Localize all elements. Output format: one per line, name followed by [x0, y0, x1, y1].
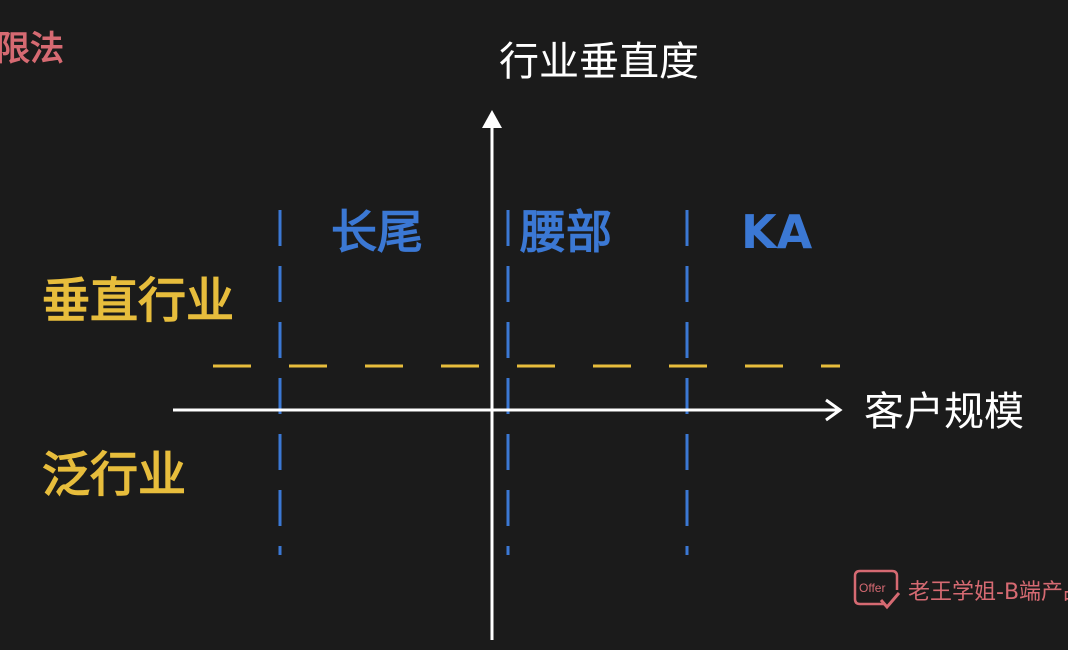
segment-label-ka: KA: [741, 205, 813, 259]
offer-icon-text: Offer: [859, 581, 885, 595]
segment-label-mid: 腰部: [520, 205, 612, 259]
segment-label-long-tail: 长尾: [331, 205, 423, 259]
industry-label-vertical: 垂直行业: [42, 273, 235, 329]
industry-label-general: 泛行业: [42, 447, 187, 503]
watermark-text: 老王学姐-B端产品: [908, 580, 1068, 605]
x-axis-label: 客户规模: [864, 389, 1024, 435]
corner-title: 限法: [0, 29, 64, 69]
y-axis-label: 行业垂直度: [499, 39, 699, 85]
y-axis-arrowhead: [482, 110, 502, 128]
offer-check-icon: Offer: [853, 569, 900, 610]
watermark: Offer 老王学姐-B端产品: [852, 568, 1068, 612]
